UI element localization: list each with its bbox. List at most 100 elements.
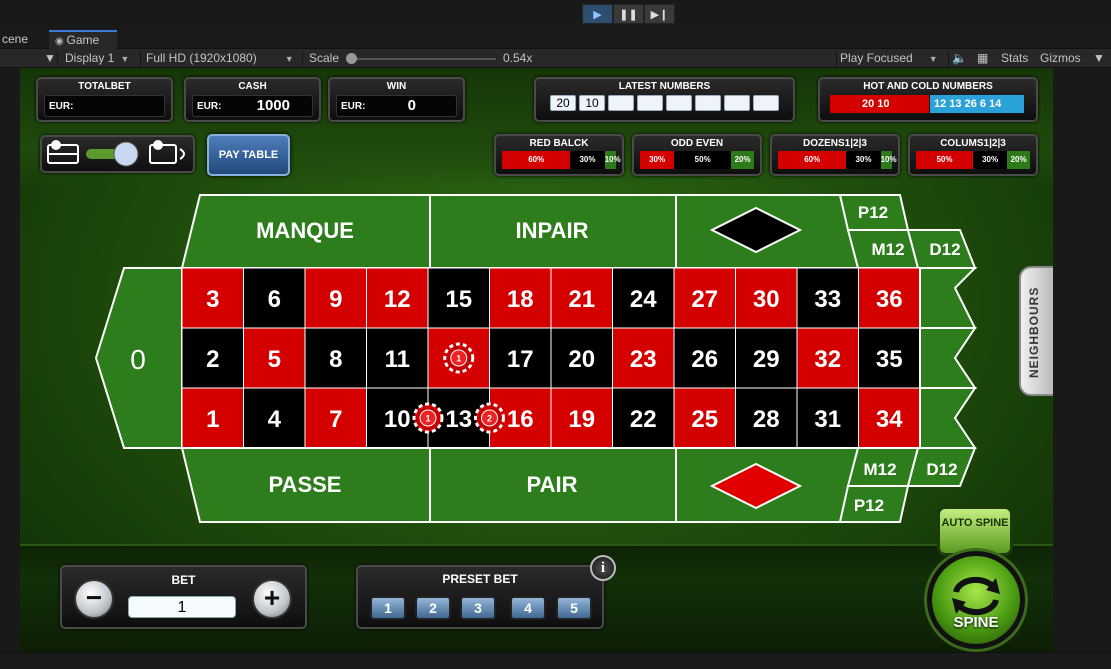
- m12-top-label: M12: [871, 240, 904, 259]
- gamepad-icon: ◉: [55, 36, 67, 47]
- column-3-bet[interactable]: [919, 267, 978, 329]
- spine-button[interactable]: SPINE: [927, 551, 1025, 649]
- gizmos-dropdown[interactable]: Gizmos: [1040, 49, 1081, 68]
- play-focused-dropdown[interactable]: Play Focused ▼: [840, 49, 938, 68]
- tab-game[interactable]: ◉ Game: [49, 30, 117, 49]
- number-label: 12: [384, 286, 411, 313]
- chip[interactable]: 2: [474, 402, 505, 434]
- d12-top-label: D12: [929, 240, 960, 259]
- tab-scene[interactable]: cene: [0, 30, 34, 49]
- number-grid: 3216549871211101514131817162120192423222…: [181, 267, 921, 449]
- number-label: 15: [445, 286, 472, 313]
- bet-plus-button[interactable]: +: [252, 579, 292, 619]
- scale-value: 0.54x: [503, 51, 533, 65]
- chevron-down-icon[interactable]: ▼: [1093, 49, 1105, 68]
- number-label: 28: [753, 406, 780, 433]
- d12-bottom-label: D12: [926, 460, 957, 479]
- number-label: 19: [568, 406, 595, 433]
- game-viewport: TOTALBET EUR: CASH EUR: 1000 WIN EUR: 0 …: [20, 68, 1053, 652]
- number-label: 16: [507, 406, 534, 433]
- stats-button[interactable]: Stats: [1001, 49, 1028, 68]
- chevron-down-icon: ▼: [120, 54, 130, 64]
- number-label: 27: [691, 286, 718, 313]
- zero-label: 0: [130, 344, 146, 375]
- number-label: 5: [268, 346, 281, 373]
- info-icon[interactable]: i: [590, 555, 616, 581]
- grid-icon[interactable]: ▦: [977, 49, 988, 68]
- number-label: 22: [630, 406, 657, 433]
- number-label: 32: [814, 346, 841, 373]
- manque-label: MANQUE: [256, 218, 354, 243]
- bet-panel: BET − 1 +: [60, 565, 307, 629]
- status-bar: [0, 652, 1111, 669]
- number-label: 20: [568, 346, 595, 373]
- passe-label: PASSE: [269, 472, 342, 497]
- step-icon[interactable]: ▶❙: [644, 4, 675, 24]
- preset-bet-title: PRESET BET: [442, 572, 518, 586]
- preset-bet-button[interactable]: 3: [460, 596, 496, 620]
- bet-input[interactable]: 1: [128, 596, 236, 618]
- number-label: 4: [268, 406, 282, 433]
- preset-bet-button[interactable]: 4: [510, 596, 546, 620]
- scale-slider-handle[interactable]: [346, 53, 357, 64]
- number-label: 31: [814, 406, 841, 433]
- preset-bet-button[interactable]: 5: [556, 596, 592, 620]
- number-label: 8: [329, 346, 342, 373]
- chevron-down-icon: ▼: [928, 54, 938, 64]
- number-label: 23: [630, 346, 657, 373]
- chip-label: 1: [456, 354, 461, 364]
- number-label: 11: [385, 346, 410, 373]
- chip[interactable]: 1: [443, 342, 475, 374]
- number-label: 21: [568, 286, 595, 313]
- play-focused-label: Play Focused: [840, 51, 913, 65]
- neighbours-tab[interactable]: NEIGHBOURS: [1019, 266, 1053, 396]
- pair-label: PAIR: [527, 472, 578, 497]
- bet-minus-button[interactable]: −: [74, 579, 114, 619]
- chevron-down-icon: ▼: [284, 54, 294, 64]
- roulette-table: MANQUE INPAIR P12 M12 D12 0 321654987121…: [94, 194, 978, 523]
- scale-slider-track[interactable]: [350, 58, 496, 60]
- number-label: 18: [507, 286, 534, 313]
- column-1-bet[interactable]: [919, 387, 977, 449]
- chevron-down-icon[interactable]: ▼: [44, 49, 56, 68]
- number-label: 26: [691, 346, 718, 373]
- number-label: 10: [384, 406, 411, 433]
- number-label: 1: [206, 406, 219, 433]
- number-label: 29: [753, 346, 780, 373]
- p12-bottom-label: P12: [854, 496, 884, 515]
- preset-bet-panel: PRESET BET 1 2 3 4 5: [356, 565, 604, 629]
- tab-game-label: Game: [66, 33, 100, 47]
- chip-label: 1: [425, 414, 430, 424]
- preset-bet-button[interactable]: 1: [370, 596, 406, 620]
- number-label: 34: [876, 406, 903, 433]
- editor-topbar: ▶ ❚❚ ▶❙: [0, 0, 1111, 30]
- display-dropdown[interactable]: Display 1 ▼: [65, 49, 129, 68]
- number-label: 36: [876, 286, 903, 313]
- speaker-icon[interactable]: 🔈: [952, 49, 967, 68]
- p12-top-label: P12: [858, 203, 888, 222]
- number-label: 25: [691, 406, 718, 433]
- unity-editor: ▶ ❚❚ ▶❙ cene ◉ Game ▼ Display 1 ▼ Full HD…: [0, 0, 1111, 669]
- game-toolbar: ▼ Display 1 ▼ Full HD (1920x1080) ▼ Scale …: [0, 49, 1111, 68]
- preset-bet-button[interactable]: 2: [415, 596, 451, 620]
- number-label: 7: [329, 406, 342, 433]
- auto-spine-button[interactable]: AUTO SPINE: [937, 506, 1013, 556]
- number-label: 33: [814, 286, 841, 313]
- m12-bottom-label: M12: [863, 460, 896, 479]
- number-label: 9: [329, 286, 342, 313]
- chip[interactable]: 1: [412, 402, 444, 434]
- neighbours-label: NEIGHBOURS: [1027, 286, 1041, 378]
- play-controls: ▶ ❚❚ ▶❙: [582, 4, 675, 24]
- number-label: 3: [206, 286, 219, 313]
- pause-icon[interactable]: ❚❚: [613, 4, 644, 24]
- inpair-label: INPAIR: [516, 218, 589, 243]
- resolution-dropdown[interactable]: Full HD (1920x1080) ▼: [146, 49, 294, 68]
- spine-label: SPINE: [953, 614, 999, 631]
- scale-label: Scale: [309, 51, 340, 65]
- column-2-bet[interactable]: [919, 327, 977, 389]
- display-label: Display 1: [65, 51, 115, 65]
- play-icon[interactable]: ▶: [582, 4, 613, 24]
- resolution-label: Full HD (1920x1080): [146, 51, 257, 65]
- number-label: 30: [753, 286, 780, 313]
- number-label: 13: [445, 406, 472, 433]
